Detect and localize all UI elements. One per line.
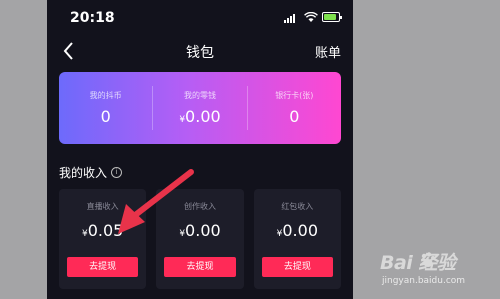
wifi-icon xyxy=(304,12,318,22)
balance-value: 0 xyxy=(100,107,111,126)
income-card-live: 直播收入 ¥0.05 去提现 xyxy=(59,189,147,289)
income-card-red-packet: 红包收入 ¥0.00 去提现 xyxy=(253,189,341,289)
top-nav: 钱包 账单 xyxy=(47,36,353,68)
balance-douyin-coins[interactable]: 我的抖币 0 xyxy=(59,86,152,130)
balance-value: 0 xyxy=(289,107,300,126)
status-bar: 20:18 xyxy=(47,0,353,38)
income-label: 直播收入 xyxy=(86,202,119,211)
page-title: 钱包 xyxy=(186,45,214,61)
balance-change[interactable]: 我的零钱 ¥0.00 xyxy=(152,86,246,130)
income-card-creation: 创作收入 ¥0.00 去提现 xyxy=(156,189,244,289)
withdraw-button[interactable]: 去提现 xyxy=(261,257,333,277)
income-label: 创作收入 xyxy=(183,202,216,211)
info-icon[interactable]: i xyxy=(111,167,123,178)
balance-bank-cards[interactable]: 银行卡(张) 0 xyxy=(246,86,341,130)
status-time: 20:18 xyxy=(70,10,115,26)
balance-label: 银行卡(张) xyxy=(275,91,314,100)
battery-charging-icon xyxy=(322,12,342,22)
watermark-logo: Bai 经验 xyxy=(380,252,456,274)
income-value: ¥0.00 xyxy=(276,221,318,240)
balance-label: 我的抖币 xyxy=(89,91,122,100)
balance-label: 我的零钱 xyxy=(183,91,216,100)
income-title: 我的收入 xyxy=(59,166,108,180)
balance-value: ¥0.00 xyxy=(179,107,221,126)
income-cards: 直播收入 ¥0.05 去提现 创作收入 ¥0.00 去提现 红包收入 ¥0.00… xyxy=(59,189,341,289)
balance-card: 我的抖币 0 我的零钱 ¥0.00 银行卡(张) 0 xyxy=(59,72,341,144)
withdraw-button[interactable]: 去提现 xyxy=(67,257,139,277)
withdraw-button[interactable]: 去提现 xyxy=(164,257,236,277)
income-label: 红包收入 xyxy=(281,202,314,211)
income-section-title: 我的收入 i xyxy=(59,164,123,181)
phone-screen: 20:18 钱包 账单 我的抖币 0 我的零钱 ¥0.00 银行卡(张) 0 我… xyxy=(47,0,353,299)
baidu-jingyan-watermark: Bai 经验 jingyan.baidu.com xyxy=(380,248,492,292)
income-value: ¥0.05 xyxy=(81,221,124,240)
cellular-signal-icon xyxy=(284,13,295,23)
watermark-url: jingyan.baidu.com xyxy=(382,276,466,286)
paw-icon xyxy=(421,252,435,267)
bill-link[interactable]: 账单 xyxy=(315,42,341,61)
income-value: ¥0.00 xyxy=(179,221,221,240)
